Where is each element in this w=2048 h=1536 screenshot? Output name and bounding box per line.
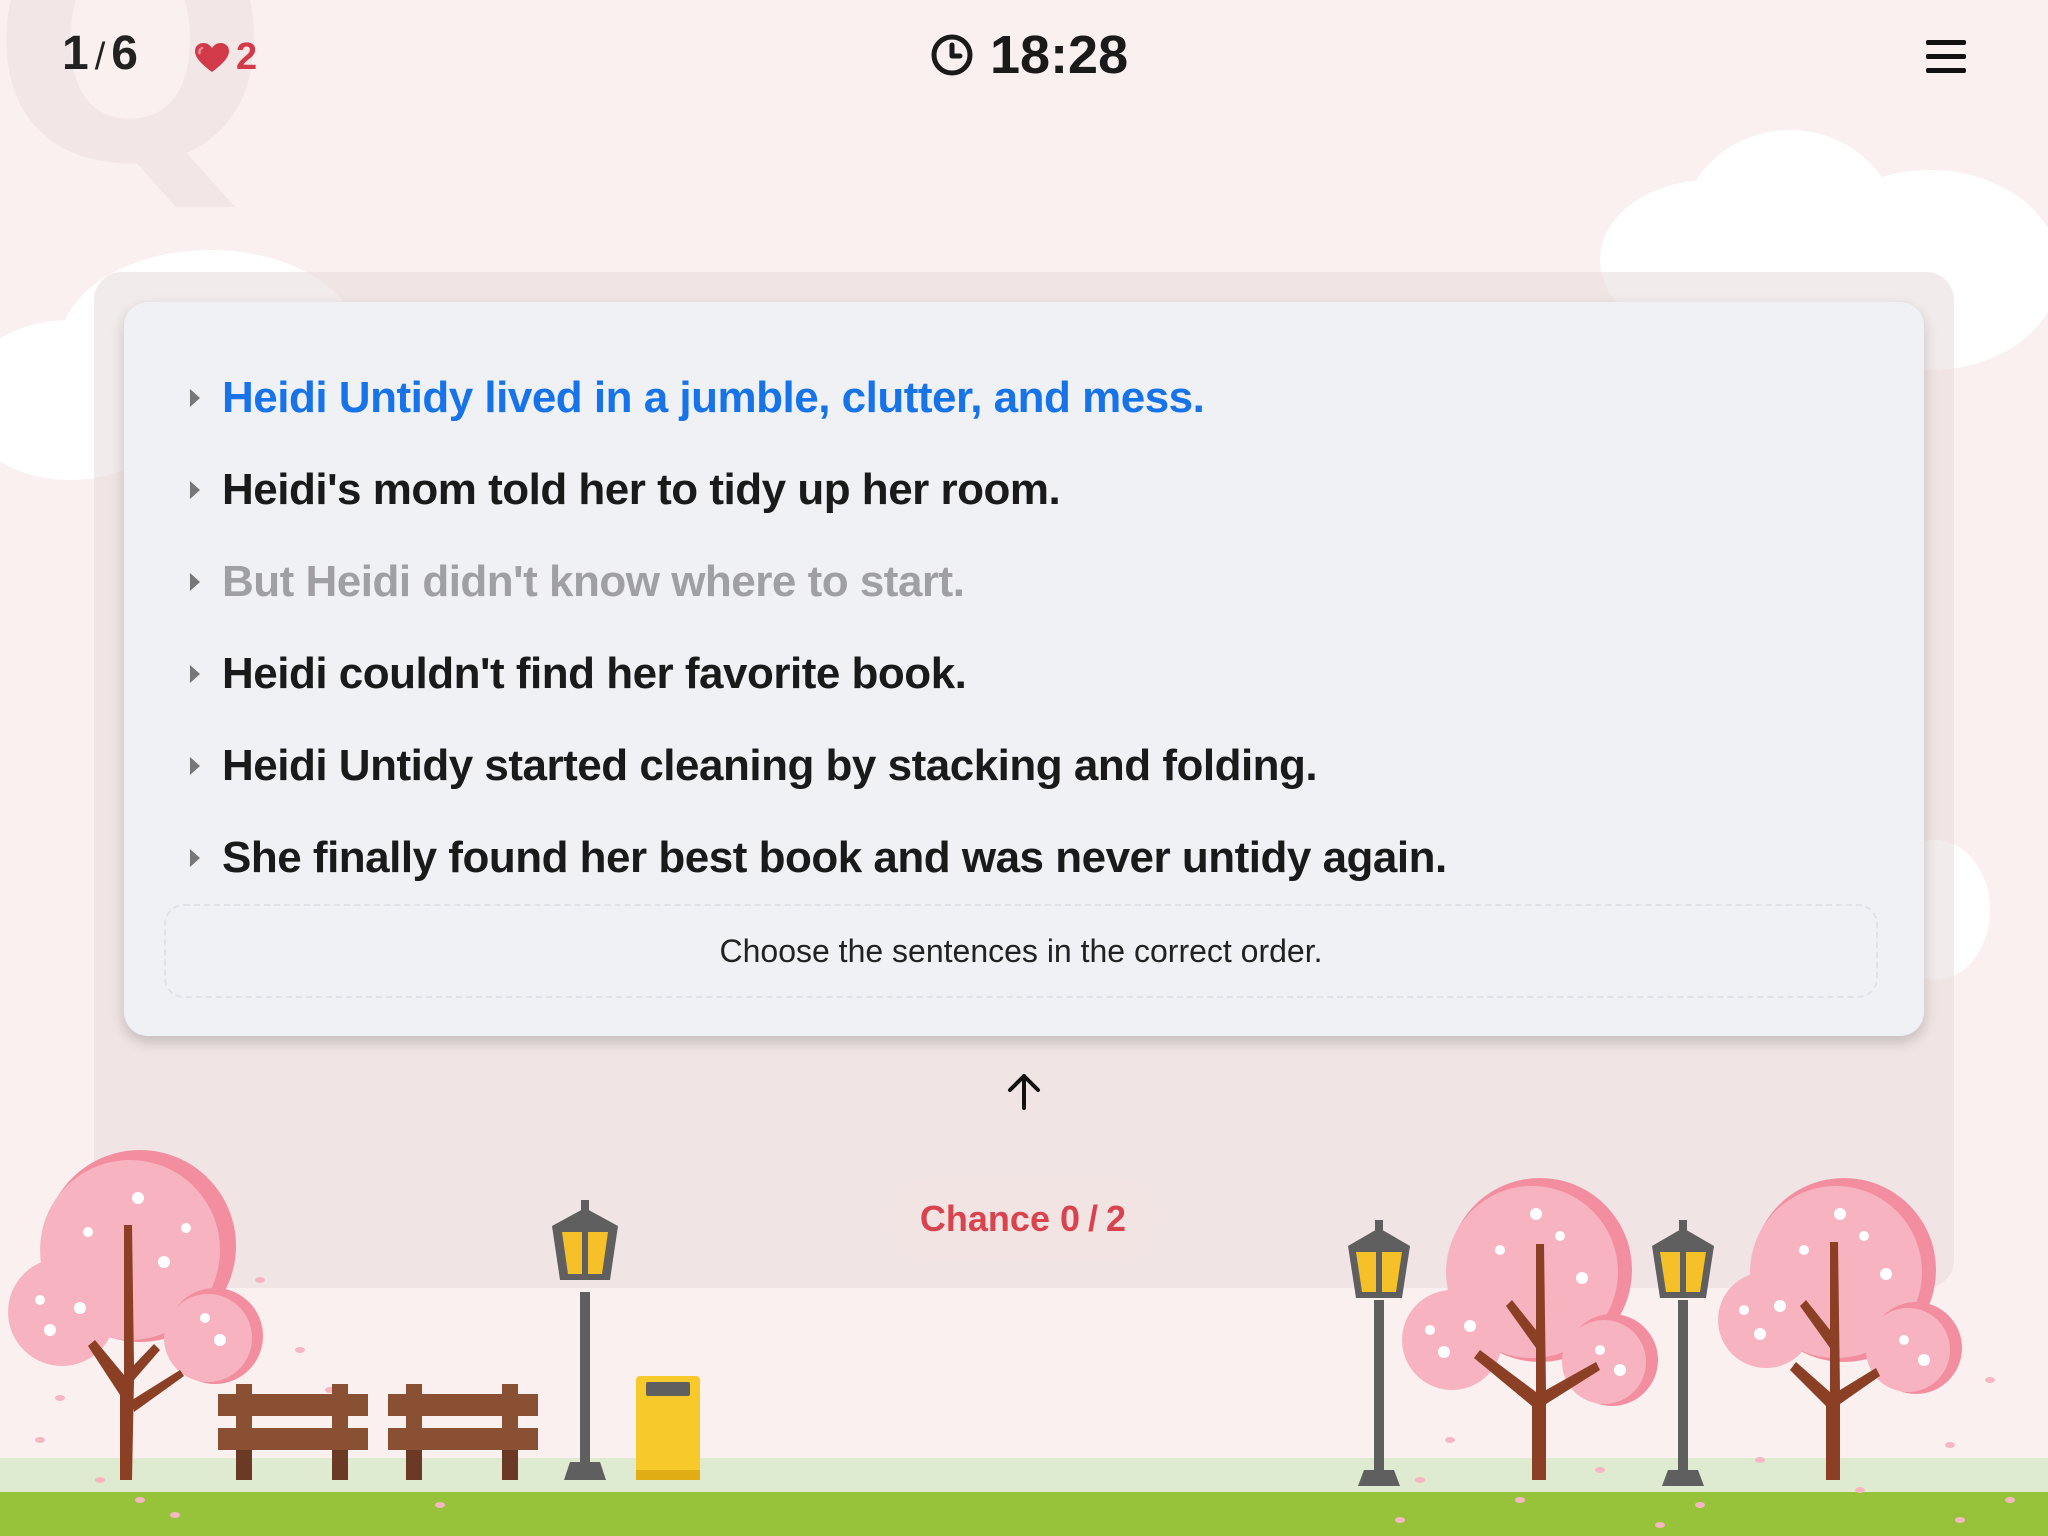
hamburger-menu-icon[interactable] bbox=[1926, 40, 1966, 78]
caret-right-icon bbox=[190, 481, 200, 499]
instruction-box: Choose the sentences in the correct orde… bbox=[164, 904, 1878, 998]
sentence-text: Heidi Untidy started cleaning by stackin… bbox=[222, 741, 1318, 790]
sentence-option[interactable]: Heidi Untidy lived in a jumble, clutter,… bbox=[124, 352, 1924, 444]
timer-value: 18:28 bbox=[990, 25, 1129, 85]
progress-current: 1 bbox=[62, 27, 89, 80]
instruction-text: Choose the sentences in the correct orde… bbox=[719, 932, 1323, 969]
sentence-option[interactable]: She finally found her best book and was … bbox=[124, 812, 1924, 904]
caret-right-icon bbox=[190, 665, 200, 683]
sentence-text: Heidi couldn't find her favorite book. bbox=[222, 649, 967, 698]
lives-count: 2 bbox=[236, 36, 258, 78]
sentence-list: Heidi Untidy lived in a jumble, clutter,… bbox=[124, 352, 1924, 904]
sentence-option[interactable]: But Heidi didn't know where to start. bbox=[124, 536, 1924, 628]
sentence-text: Heidi Untidy lived in a jumble, clutter,… bbox=[222, 373, 1205, 422]
ground-path bbox=[0, 1458, 2048, 1494]
chance-separator: / bbox=[1088, 1198, 1099, 1239]
question-progress: 1/6 bbox=[62, 26, 138, 81]
sentence-card: Heidi Untidy lived in a jumble, clutter,… bbox=[124, 302, 1924, 1036]
progress-separator: / bbox=[94, 36, 106, 78]
chance-counter: Chance 0/2 bbox=[890, 1176, 1156, 1262]
caret-right-icon bbox=[190, 389, 200, 407]
chance-total: 2 bbox=[1106, 1198, 1127, 1239]
chance-label: Chance bbox=[919, 1198, 1050, 1239]
arrow-up-icon[interactable] bbox=[1004, 1070, 1044, 1112]
caret-right-icon bbox=[190, 573, 200, 591]
clock-icon bbox=[931, 34, 973, 76]
sentence-text: Heidi's mom told her to tidy up her room… bbox=[222, 465, 1061, 514]
chance-used: 0 bbox=[1059, 1198, 1081, 1239]
caret-right-icon bbox=[190, 849, 200, 867]
progress-total: 6 bbox=[111, 27, 138, 80]
timer: 18:28 bbox=[930, 24, 1128, 86]
grass bbox=[0, 1492, 2048, 1536]
sentence-text: But Heidi didn't know where to start. bbox=[222, 557, 965, 606]
caret-right-icon bbox=[190, 757, 200, 775]
lives-counter: 2 bbox=[194, 36, 257, 79]
top-bar: 1/6 2 18:28 bbox=[0, 0, 2048, 110]
sentence-option[interactable]: Heidi couldn't find her favorite book. bbox=[124, 628, 1924, 720]
sentence-text: She finally found her best book and was … bbox=[222, 833, 1447, 882]
sentence-option[interactable]: Heidi's mom told her to tidy up her room… bbox=[124, 444, 1924, 536]
sentence-option[interactable]: Heidi Untidy started cleaning by stackin… bbox=[124, 720, 1924, 812]
heart-icon bbox=[195, 42, 229, 72]
